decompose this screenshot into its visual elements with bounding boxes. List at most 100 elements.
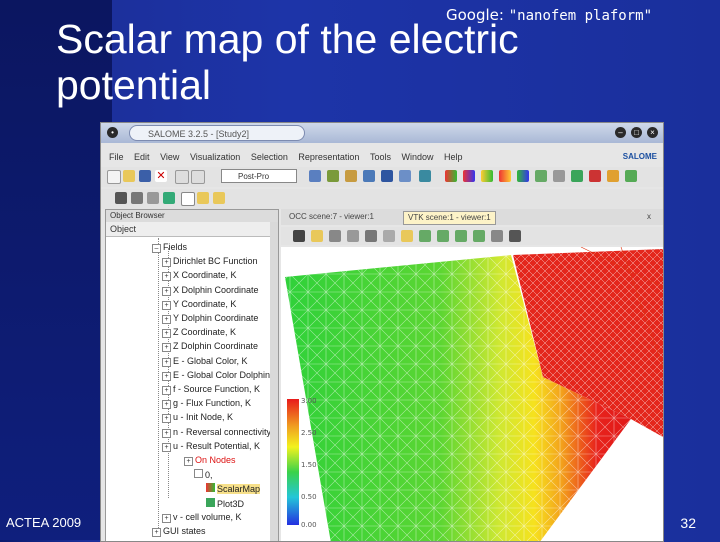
menu-tools[interactable]: Tools	[370, 149, 391, 165]
expand-icon[interactable]: +	[162, 357, 171, 367]
undo-icon[interactable]	[175, 170, 189, 184]
browser-scrollbar[interactable]	[270, 222, 278, 541]
tab-vtk-viewer[interactable]: VTK scene:1 - viewer:1	[403, 211, 496, 225]
menu-view[interactable]: View	[160, 149, 179, 165]
redo-icon[interactable]	[191, 170, 205, 184]
menu-visualization[interactable]: Visualization	[190, 149, 240, 165]
expand-icon[interactable]: +	[162, 258, 171, 268]
gauss-points-icon[interactable]	[589, 170, 601, 182]
tree-item[interactable]: + Dirichlet BC Function	[162, 256, 258, 268]
tree-item[interactable]: + X Dolphin Coordinate	[162, 285, 259, 296]
tree-item[interactable]: + E - Global Color, K	[162, 356, 248, 367]
expand-icon[interactable]: +	[162, 329, 171, 339]
copy-icon[interactable]	[197, 192, 209, 204]
expand-icon[interactable]: +	[162, 300, 171, 310]
menu-representation[interactable]: Representation	[298, 149, 359, 165]
scalar-map-icon[interactable]	[445, 170, 457, 182]
menu-window[interactable]: Window	[401, 149, 433, 165]
expand-icon[interactable]: +	[162, 442, 171, 452]
expand-icon[interactable]: +	[162, 371, 171, 381]
stream-lines-icon[interactable]	[553, 170, 565, 182]
viewer-close-icon[interactable]: x	[643, 211, 655, 223]
select-icon[interactable]	[115, 192, 127, 204]
object-column-header[interactable]: Object	[106, 222, 278, 237]
tree-item[interactable]: + v - cell volume, K	[162, 512, 242, 523]
dump-view-icon[interactable]	[293, 230, 305, 242]
module-icon-1[interactable]	[309, 170, 321, 182]
paste-icon[interactable]	[213, 192, 225, 204]
rotation-icon[interactable]	[401, 230, 413, 242]
tree-item[interactable]: + n - Reversal connectivity	[162, 427, 271, 438]
delete-icon[interactable]: ✕	[155, 170, 167, 182]
module-icon-4[interactable]	[363, 170, 375, 182]
cut-lines-icon[interactable]	[535, 170, 547, 182]
tree-item[interactable]: + GUI states	[152, 526, 206, 537]
minimize-icon[interactable]: –	[615, 127, 626, 138]
new-icon[interactable]	[107, 170, 121, 184]
front-view-icon[interactable]	[419, 230, 431, 242]
zoom-icon[interactable]	[347, 230, 359, 242]
maximize-icon[interactable]: □	[631, 127, 642, 138]
expand-icon[interactable]: +	[162, 272, 171, 282]
fit-all-icon[interactable]	[311, 230, 323, 242]
tree-item[interactable]: Plot3D	[206, 497, 244, 509]
menu-help[interactable]: Help	[444, 149, 463, 165]
tree-item[interactable]: – Fields	[152, 242, 187, 253]
tree-item[interactable]: + f - Source Function, K	[162, 384, 260, 395]
expand-icon[interactable]: +	[184, 457, 193, 466]
expand-icon[interactable]	[194, 469, 203, 479]
vtk-viewer[interactable]	[281, 247, 663, 541]
menu-selection[interactable]: Selection	[251, 149, 288, 165]
pan-view-icon[interactable]	[365, 230, 377, 242]
tree-item[interactable]: + u - Result Potential, K	[162, 441, 260, 452]
tree-item[interactable]: + Y Dolphin Coordinate	[162, 313, 258, 324]
pan-icon[interactable]	[131, 192, 143, 204]
filter-icon[interactable]	[163, 192, 175, 204]
reset-view-icon[interactable]	[491, 230, 503, 242]
tree-item[interactable]: + On Nodes	[184, 455, 236, 466]
expand-icon[interactable]: +	[162, 315, 171, 324]
tree-item[interactable]: + Y Coordinate, K	[162, 299, 236, 310]
expand-icon[interactable]: +	[162, 414, 171, 424]
tree-item[interactable]: + E - Global Color Dolphin	[162, 370, 270, 381]
close-icon[interactable]: ×	[647, 127, 658, 138]
global-pan-icon[interactable]	[383, 230, 395, 242]
plot3d-icon[interactable]	[571, 170, 583, 182]
vectors-icon[interactable]	[481, 170, 493, 182]
module-icon-2[interactable]	[327, 170, 339, 182]
back-view-icon[interactable]	[437, 230, 449, 242]
expand-icon[interactable]: –	[152, 244, 161, 253]
module-combo[interactable]: Post-Pro	[221, 169, 297, 183]
menu-edit[interactable]: Edit	[134, 149, 150, 165]
module-icon-7[interactable]	[419, 170, 431, 182]
tree-item[interactable]: + g - Flux Function, K	[162, 398, 251, 410]
expand-icon[interactable]: +	[162, 428, 171, 438]
curve-icon[interactable]	[625, 170, 637, 182]
menu-file[interactable]: File	[109, 149, 124, 165]
window-menu-icon[interactable]: •	[107, 127, 118, 138]
expand-icon[interactable]: +	[162, 386, 171, 395]
note-icon[interactable]	[181, 192, 195, 206]
tree-item[interactable]: + u - Init Node, K	[162, 412, 233, 424]
open-icon[interactable]	[123, 170, 135, 182]
deformed-shape-icon[interactable]	[463, 170, 475, 182]
top-view-icon[interactable]	[455, 230, 467, 242]
expand-icon[interactable]: +	[162, 400, 171, 410]
fit-area-icon[interactable]	[329, 230, 341, 242]
module-icon-5[interactable]	[381, 170, 393, 182]
tree-item[interactable]: + Z Coordinate, K	[162, 327, 236, 339]
trihedron-icon[interactable]	[509, 230, 521, 242]
tree-item[interactable]: 0,	[194, 469, 213, 480]
rotate-icon[interactable]	[147, 192, 159, 204]
tree-item[interactable]: + Z Dolphin Coordinate	[162, 341, 258, 353]
save-icon[interactable]	[139, 170, 151, 182]
tab-occ-viewer[interactable]: OCC scene:7 - viewer:1	[285, 211, 378, 223]
bottom-view-icon[interactable]	[473, 230, 485, 242]
expand-icon[interactable]: +	[162, 513, 171, 523]
expand-icon[interactable]: +	[162, 286, 171, 296]
expand-icon[interactable]: +	[152, 528, 161, 537]
tree-item[interactable]: ScalarMap	[206, 483, 261, 495]
tree-item[interactable]: + X Coordinate, K	[162, 270, 237, 282]
iso-surfaces-icon[interactable]	[499, 170, 511, 182]
module-icon-3[interactable]	[345, 170, 357, 182]
